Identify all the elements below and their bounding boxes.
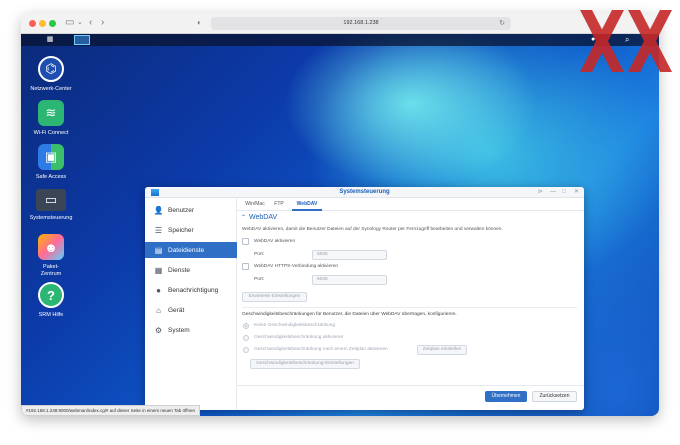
services-icon: ▦ [154, 265, 163, 275]
sidebar-item-label: Dienste [168, 266, 191, 274]
sidebar-item-label: Benachrichtigung [168, 286, 219, 294]
radio-enable-speed-limit[interactable] [243, 335, 249, 341]
main-menu-icon[interactable]: ▦ [43, 35, 57, 45]
webdav-port-input[interactable]: 5005 [312, 250, 387, 260]
sidebar-item-dateidienste[interactable]: ▤ Dateidienste [145, 242, 237, 258]
desktop-icon-label: Systemsteuerung [29, 215, 73, 221]
port-label: Port: [254, 252, 265, 257]
webdav-https-label: WebDAV HTTPS-Verbindung aktivieren [254, 264, 339, 269]
advanced-settings-button[interactable]: Erweiterte Einstellungen [242, 292, 307, 302]
maximize-window-button[interactable] [49, 20, 56, 27]
control-panel-icon: ▭ [36, 189, 66, 211]
radio-schedule-speed-limit[interactable] [243, 347, 249, 353]
desktop-icon-label: Netzwerk-Center [30, 86, 72, 92]
browser-window: ▭ ⌄ ‹ › ◐ 192.168.1.238 ↻ ▦ ● ⌕ ⌬ Netzwe… [21, 13, 659, 416]
taskbar: ▦ ● ⌕ [21, 34, 659, 46]
webdav-https-checkbox[interactable] [242, 263, 249, 270]
sidebar-item-speicher[interactable]: ☰ Speicher [145, 222, 237, 238]
radio-no-speed-limit[interactable] [243, 323, 249, 329]
storage-icon: ☰ [154, 225, 163, 235]
browser-toolbar: ▭ ⌄ ‹ › ◐ 192.168.1.238 ↻ [21, 13, 659, 34]
tab-ftp[interactable]: FTP [271, 198, 287, 211]
safe-access-icon: ▣ [38, 144, 64, 170]
desktop-icon-wifi-connect[interactable]: ≋ Wi-Fi Connect [23, 100, 79, 137]
tab-win-mac[interactable]: Win/Mac [242, 198, 268, 211]
desktop-icon-label: Wi-Fi Connect [33, 130, 69, 136]
desktop-icon-label: Safe Access [35, 174, 67, 180]
address-bar[interactable]: 192.168.1.238 ↻ [211, 17, 511, 30]
desktop-icon-network-center[interactable]: ⌬ Netzwerk-Center [23, 56, 79, 93]
section-title: WebDAV [249, 214, 278, 221]
maximize-icon[interactable]: □ [562, 187, 566, 198]
help-icon: ? [38, 282, 64, 308]
reload-icon[interactable]: ↻ [499, 17, 505, 30]
webdav-enable-checkbox[interactable] [242, 238, 249, 245]
radio-enable-speed-limit-label: Geschwindigkeitsbeschränkung aktivieren [254, 335, 344, 340]
device-icon: ⌂ [156, 305, 161, 315]
desktop-icon-control-panel[interactable]: ▭ Systemsteuerung [23, 189, 79, 222]
sidebar-item-benachrichtigung[interactable]: ● Benachrichtigung [145, 282, 237, 298]
minimize-icon[interactable]: — [550, 187, 556, 198]
forward-icon[interactable]: › [101, 16, 104, 30]
notification-icon: ● [156, 285, 161, 295]
wifi-icon: ≋ [38, 100, 64, 126]
content-panel: Win/Mac FTP WebDAV ⌃ WebDAV WebDAV aktiv… [237, 198, 584, 410]
sidebar-toggle-icon[interactable]: ▭ [65, 16, 74, 30]
user-icon: 👤 [153, 205, 164, 215]
desktop-icon-srm-help[interactable]: ? SRM Hilfe [23, 282, 79, 319]
dsm-desktop: ▦ ● ⌕ ⌬ Netzwerk-Center ≋ Wi-Fi Connect … [21, 34, 659, 416]
desktop-icon-label: SRM Hilfe [38, 312, 64, 318]
network-center-icon: ⌬ [38, 56, 64, 82]
radio-no-speed-limit-label: Keine Geschwindigkeitsbeschränkung [254, 323, 336, 328]
tab-webdav[interactable]: WebDAV [292, 198, 322, 211]
divider [242, 307, 577, 308]
desktop-icon-safe-access[interactable]: ▣ Safe Access [23, 144, 79, 181]
chevron-down-icon[interactable]: ⌄ [77, 16, 83, 30]
sidebar-item-label: Benutzer [168, 206, 195, 214]
sidebar-item-dienste[interactable]: ▦ Dienste [145, 262, 237, 278]
desktop-icon-label: Paket- Zentrum [40, 264, 62, 277]
system-gear-icon: ⚙ [154, 325, 163, 335]
sidebar-item-label: Gerät [168, 306, 185, 314]
sidebar-item-label: System [168, 326, 190, 334]
close-icon[interactable]: ✕ [574, 187, 579, 198]
pin-icon[interactable]: ⊳ [538, 187, 543, 198]
window-title: Systemsteuerung [339, 189, 390, 195]
port-label: Port: [254, 277, 265, 282]
speed-limit-settings-button[interactable]: Geschwindigkeitsbeschränkung-Einstellung… [250, 359, 360, 369]
package-center-icon: ☻ [38, 234, 64, 260]
description-text: WebDAV aktivieren, damit die Benutzer Da… [242, 227, 503, 232]
sidebar-item-system[interactable]: ⚙ System [145, 322, 237, 338]
set-schedule-button[interactable]: Zeitplan einstellen [417, 345, 467, 355]
desktop-icon-package-center[interactable]: ☻ Paket- Zentrum [23, 234, 79, 278]
sidebar-item-label: Dateidienste [168, 246, 205, 254]
control-panel-window: Systemsteuerung ⊳ — □ ✕ 👤 Benutzer ☰ Spe… [145, 187, 584, 410]
sidebar-item-benutzer[interactable]: 👤 Benutzer [145, 202, 237, 218]
minimize-window-button[interactable] [39, 20, 46, 27]
https-port-input[interactable]: 5006 [312, 275, 387, 285]
privacy-shield-icon[interactable]: ◐ [197, 16, 202, 30]
radio-schedule-speed-limit-label: Geschwindigkeitsbeschränkung nach einem … [254, 347, 388, 352]
webdav-enable-label: WebDAV aktivieren [254, 239, 296, 244]
taskbar-app-control-panel[interactable] [74, 35, 90, 45]
window-footer: Übernehmen Zurücksetzen [237, 385, 584, 410]
window-titlebar[interactable]: Systemsteuerung ⊳ — □ ✕ [145, 187, 584, 198]
close-window-button[interactable] [29, 20, 36, 27]
sidebar-item-geraet[interactable]: ⌂ Gerät [145, 302, 237, 318]
collapse-chevron-icon[interactable]: ⌃ [241, 215, 246, 221]
address-url: 192.168.1.238 [343, 20, 379, 26]
back-icon[interactable]: ‹ [89, 16, 92, 30]
sidebar-item-label: Speicher [168, 226, 194, 234]
speed-limit-intro: Geschwindigkeitsbeschränkungen für Benut… [242, 312, 457, 317]
watermark-logo [580, 10, 672, 72]
status-bar-link: #192.168.1.238:8000/webman/index.cgi# au… [21, 405, 200, 416]
reset-button[interactable]: Zurücksetzen [532, 391, 577, 402]
apply-button[interactable]: Übernehmen [485, 391, 527, 402]
sidebar: 👤 Benutzer ☰ Speicher ▤ Dateidienste ▦ D… [145, 198, 237, 410]
tab-bar: Win/Mac FTP WebDAV [237, 198, 584, 211]
file-services-icon: ▤ [154, 245, 163, 255]
